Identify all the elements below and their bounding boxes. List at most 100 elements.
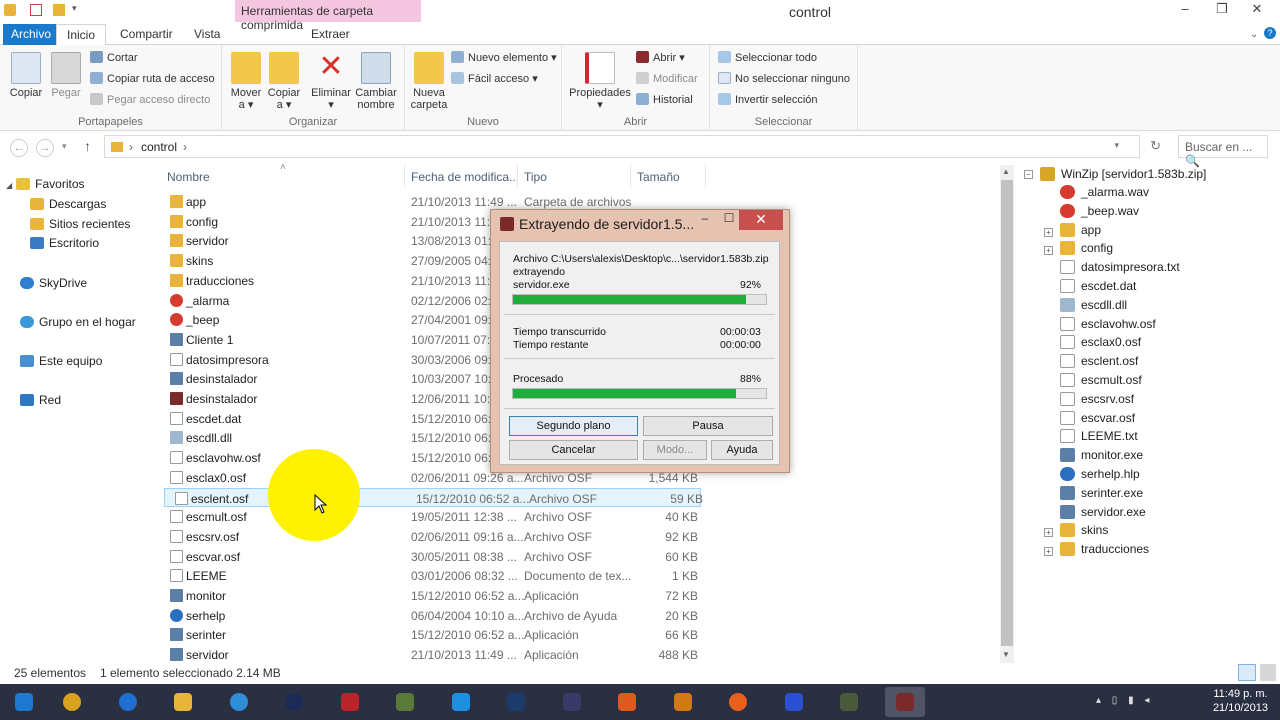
copy-path-button[interactable]: Copiar ruta de acceso: [90, 71, 215, 87]
taskbar-windows-start-button[interactable]: [4, 687, 44, 717]
mode-button[interactable]: Modo...: [643, 440, 707, 460]
rename-button[interactable]: Cambiar nombre: [354, 50, 398, 111]
copy-button[interactable]: Copiar: [6, 50, 46, 99]
close-button[interactable]: ✕: [1240, 0, 1274, 20]
background-button[interactable]: Segundo plano: [509, 416, 638, 436]
help-button[interactable]: Ayuda: [711, 440, 773, 460]
tree-item[interactable]: skins: [1060, 523, 1108, 538]
nav-red[interactable]: Red: [20, 393, 61, 407]
taskbar-fl-studio-button[interactable]: [663, 687, 703, 717]
new-folder-icon[interactable]: [53, 4, 65, 16]
taskbar-notepad-plus-button[interactable]: [385, 687, 425, 717]
tab-extraer[interactable]: Extraer: [301, 24, 360, 45]
tree-item[interactable]: esclent.osf: [1060, 354, 1138, 369]
help-icon[interactable]: ?: [1264, 27, 1276, 39]
taskbar-app-red-button[interactable]: [330, 687, 370, 717]
scroll-down-icon[interactable]: ▼: [1002, 650, 1010, 659]
tree-item[interactable]: esclavohw.osf: [1060, 316, 1156, 331]
column-tipo[interactable]: Tipo: [524, 170, 547, 184]
tree-root[interactable]: WinZip [servidor1.583b.zip]: [1040, 167, 1206, 181]
tree-item[interactable]: esclax0.osf: [1060, 335, 1141, 350]
copy-to-button[interactable]: Copiar a ▾: [264, 50, 304, 111]
file-row[interactable]: LEEME 03/01/2006 08:32 ... Documento de te…: [160, 566, 720, 585]
collapse-icon[interactable]: ◢: [6, 181, 12, 190]
select-all-button[interactable]: Seleccionar todo: [718, 50, 817, 66]
forward-button[interactable]: →: [36, 139, 54, 157]
tab-archivo[interactable]: Archivo: [3, 24, 60, 45]
address-dropdown-icon[interactable]: ▾: [1114, 140, 1119, 151]
properties-button[interactable]: Propiedades ▾: [568, 50, 632, 111]
column-divider[interactable]: [630, 165, 631, 187]
tab-compartir[interactable]: Compartir: [110, 24, 183, 45]
refresh-icon[interactable]: ↻: [1150, 138, 1161, 154]
nav-favoritos[interactable]: ◢ Favoritos: [6, 177, 85, 191]
tree-item[interactable]: config: [1060, 241, 1113, 256]
taskbar-internet-explorer-button[interactable]: [108, 687, 148, 717]
expand-ribbon-icon[interactable]: ⌄: [1250, 29, 1258, 40]
nav-descargas[interactable]: Descargas: [30, 197, 106, 211]
nav-este-equipo[interactable]: Este equipo: [20, 354, 102, 368]
new-item-button[interactable]: Nuevo elemento ▾: [451, 50, 557, 66]
column-divider[interactable]: [705, 165, 706, 187]
tree-item[interactable]: escsrv.osf: [1060, 391, 1134, 406]
tree-item[interactable]: escdet.dat: [1060, 279, 1136, 293]
expand-icon[interactable]: +: [1044, 246, 1053, 256]
minimize-button[interactable]: –: [1170, 0, 1200, 20]
file-row[interactable]: escsrv.osf 02/06/2011 09:16 a... Archivo O…: [160, 527, 720, 546]
taskbar-chrome-button[interactable]: [52, 687, 92, 717]
column-fecha[interactable]: Fecha de modifica...: [411, 170, 519, 184]
taskbar-safari-button[interactable]: [219, 687, 259, 717]
history-button[interactable]: Historial: [636, 92, 693, 108]
maximize-button[interactable]: ❐: [1207, 0, 1237, 20]
column-tamano[interactable]: Tamaño: [637, 170, 680, 184]
recent-locations-button[interactable]: ▾: [62, 141, 67, 152]
dialog-maximize-button[interactable]: ☐: [719, 211, 739, 229]
tab-vista[interactable]: Vista: [184, 24, 230, 45]
taskbar-camera-app-button[interactable]: [552, 687, 592, 717]
invert-selection-button[interactable]: Invertir selección: [718, 92, 818, 108]
taskbar-teamviewer-button[interactable]: [441, 687, 481, 717]
tree-item[interactable]: serinter.exe: [1060, 485, 1143, 500]
address-field[interactable]: › control › ▾ ↻: [104, 135, 1161, 158]
tree-item[interactable]: servidor.exe: [1060, 504, 1146, 519]
select-none-button[interactable]: No seleccionar ninguno: [718, 71, 850, 87]
file-row[interactable]: monitor 15/12/2010 06:52 a... Aplicación 72…: [160, 586, 720, 605]
edit-button[interactable]: Modificar: [636, 71, 698, 87]
back-button[interactable]: ←: [10, 139, 28, 157]
tree-item[interactable]: LEEME.txt: [1060, 429, 1138, 444]
file-row[interactable]: esclent.osf 15/12/2010 06:52 a... Archivo …: [164, 487, 703, 507]
tree-item[interactable]: _alarma.wav: [1060, 185, 1149, 199]
customize-qat-icon[interactable]: ▾: [72, 3, 77, 14]
column-divider[interactable]: [517, 165, 518, 187]
paste-shortcut-button[interactable]: Pegar acceso directo: [90, 92, 210, 108]
cut-button[interactable]: Cortar: [90, 50, 138, 66]
column-nombre[interactable]: Nombre: [167, 170, 210, 184]
scroll-up-icon[interactable]: ▲: [1002, 167, 1010, 176]
tree-item[interactable]: escdll.dll: [1060, 297, 1127, 312]
taskbar-winrar-button[interactable]: [884, 687, 925, 717]
taskbar-file-explorer-button[interactable]: [163, 687, 203, 717]
clock[interactable]: 11:49 p. m. 21/10/2013: [1213, 687, 1268, 715]
collapse-icon[interactable]: −: [1024, 170, 1033, 179]
up-button[interactable]: ↑: [84, 138, 91, 154]
scrollbar-thumb[interactable]: [1001, 180, 1013, 646]
file-row[interactable]: serhelp 06/04/2004 10:10 a... Archivo de A…: [160, 606, 720, 625]
taskbar-app-terminal-button[interactable]: [829, 687, 869, 717]
expand-icon[interactable]: +: [1044, 547, 1053, 557]
properties-icon[interactable]: [30, 4, 42, 16]
paste-button[interactable]: Pegar: [46, 50, 86, 99]
cancel-button[interactable]: Cancelar: [509, 440, 638, 460]
new-folder-button[interactable]: Nueva carpeta: [407, 50, 451, 111]
nav-sitios-recientes[interactable]: Sitios recientes: [30, 217, 130, 231]
move-to-button[interactable]: Mover a ▾: [226, 50, 266, 111]
delete-button[interactable]: ✕ Eliminar ▾: [309, 50, 353, 112]
tree-item[interactable]: monitor.exe: [1060, 448, 1143, 463]
tree-item[interactable]: app: [1060, 222, 1101, 237]
pause-button[interactable]: Pausa: [643, 416, 773, 436]
nav-escritorio[interactable]: Escritorio: [30, 236, 99, 250]
taskbar-start-screen-button[interactable]: [607, 687, 647, 717]
column-divider[interactable]: [404, 165, 405, 187]
details-view-button[interactable]: [1238, 664, 1256, 681]
expand-icon[interactable]: +: [1044, 227, 1053, 237]
taskbar-media-player-button[interactable]: [274, 687, 314, 717]
